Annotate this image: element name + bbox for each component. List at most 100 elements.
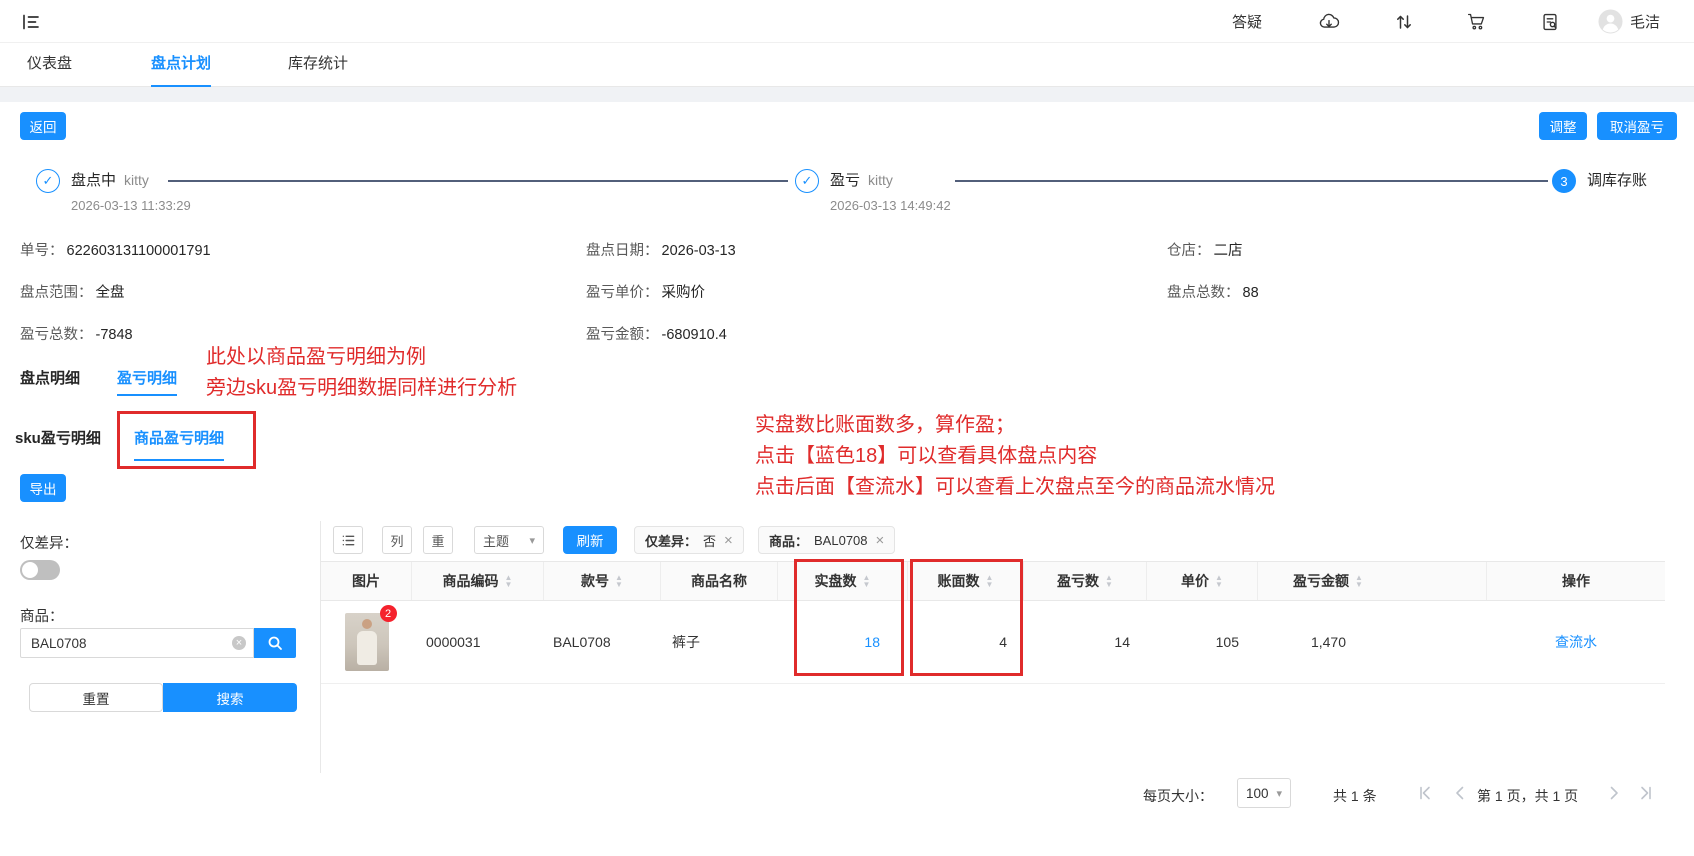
col-header-style[interactable]: 款号 ▲ ▼ <box>544 562 661 600</box>
step-check-icon: ✓ <box>795 169 819 193</box>
filter-chip-product[interactable]: 商品： BAL0708 × <box>758 526 896 554</box>
tab-inventory-plan[interactable]: 盘点计划 <box>151 43 212 87</box>
info-count-scope: 盘点范围： 全盘 <box>20 285 125 301</box>
step-counting: ✓ 盘点中 kitty 2026-03-13 11:33:29 <box>36 169 191 213</box>
product-search-button[interactable] <box>254 628 296 658</box>
tab-sku-pl-detail[interactable]: sku盈亏明细 <box>15 427 101 461</box>
page-info: 第 1 页，共 1 页 <box>1477 788 1579 804</box>
diff-only-toggle[interactable] <box>20 560 60 580</box>
table-row: 2 0000031 BAL0708 裤子 18 4 14 105 1,470 查… <box>321 601 1665 684</box>
product-image-cell: 2 <box>321 601 412 683</box>
code-cell: 0000031 <box>426 634 481 650</box>
avatar[interactable] <box>1598 0 1623 43</box>
step-operator: kitty <box>868 172 893 188</box>
cart-icon[interactable] <box>1466 0 1487 43</box>
page-size-label: 每页大小： <box>1143 788 1213 804</box>
col-header-pl-qty[interactable]: 盈亏数 ▲ ▼ <box>1024 562 1147 600</box>
chevron-right-icon <box>1610 786 1618 800</box>
back-button[interactable]: 返回 <box>20 112 66 140</box>
qa-menu-item[interactable]: 答疑 <box>1232 0 1262 43</box>
display-mode-button[interactable] <box>333 526 363 554</box>
last-page-button[interactable] <box>1636 783 1656 803</box>
collapse-menu-icon[interactable] <box>20 0 42 43</box>
sort-icon: ▲ ▼ <box>615 573 623 589</box>
first-page-icon <box>1420 786 1430 800</box>
step-time: 2026-03-13 14:49:42 <box>830 198 951 213</box>
sort-icon: ▲ ▼ <box>1215 573 1223 589</box>
order-search-icon[interactable] <box>1540 0 1560 43</box>
figure-head <box>361 619 372 629</box>
col-header-code[interactable]: 商品编码 ▲ ▼ <box>412 562 544 600</box>
chevron-left-icon <box>1456 786 1464 800</box>
col-header-unit-price[interactable]: 单价 ▲ ▼ <box>1147 562 1258 600</box>
actual-qty-link[interactable]: 18 <box>778 601 908 683</box>
book-qty-cell: 4 <box>999 634 1007 650</box>
sort-icon: ▲ ▼ <box>1105 573 1113 589</box>
tab-stock-stats[interactable]: 库存统计 <box>288 43 348 87</box>
product-label: 商品： <box>20 609 64 625</box>
diff-only-label: 仅差异： <box>20 536 78 552</box>
next-page-button[interactable] <box>1604 783 1624 803</box>
style-cell: BAL0708 <box>553 634 611 650</box>
prev-page-button[interactable] <box>1450 783 1470 803</box>
step-title: 调库存账 <box>1587 172 1648 189</box>
search-icon <box>268 636 282 650</box>
col-header-pl-amount[interactable]: 盈亏金额 ▲ ▼ <box>1258 562 1487 600</box>
unit-price-cell: 105 <box>1215 634 1239 650</box>
step-time: 2026-03-13 11:33:29 <box>71 198 191 213</box>
tab-product-pl-detail[interactable]: 商品盈亏明细 <box>134 427 225 461</box>
page-size-select[interactable]: 100 ▾ <box>1237 778 1291 808</box>
col-header-actual-qty[interactable]: 实盘数 ▲ ▼ <box>778 562 908 600</box>
toggle-knob <box>22 562 38 578</box>
columns-button[interactable]: 列 <box>382 526 412 554</box>
cloud-sync-icon[interactable] <box>1318 0 1340 43</box>
tab-dashboard[interactable]: 仪表盘 <box>27 43 72 87</box>
product-input[interactable] <box>20 628 254 658</box>
close-icon[interactable]: × <box>724 532 733 549</box>
count-badge: 2 <box>379 605 397 622</box>
adjust-button[interactable]: 调整 <box>1539 112 1587 140</box>
sort-icon: ▲ ▼ <box>985 573 994 589</box>
col-header-action: 操作 <box>1562 573 1590 589</box>
theme-dropdown[interactable]: 主题 ▾ <box>474 526 544 554</box>
name-cell: 裤子 <box>672 634 700 650</box>
info-pl-price-type: 盈亏单价： 采购价 <box>586 285 705 301</box>
topbar: 答疑 毛洁 <box>0 0 1694 43</box>
refresh-button[interactable]: 刷新 <box>563 526 617 554</box>
reset-button[interactable]: 重置 <box>29 683 163 712</box>
product-image[interactable]: 2 <box>344 605 397 671</box>
pl-detail-table: 图片 商品编码 ▲ ▼ 款号 ▲ ▼ 商品名称 实盘数 ▲ ▼ 账面数 ▲ ▼ 盈亏数 ▲ ▼ 单价… <box>321 561 1665 684</box>
table-header: 图片 商品编码 ▲ ▼ 款号 ▲ ▼ 商品名称 实盘数 ▲ ▼ 账面数 ▲ ▼ 盈亏数 ▲ ▼ 单价… <box>321 561 1665 601</box>
clear-input-icon[interactable]: × <box>232 636 246 650</box>
step-operator: kitty <box>124 172 149 188</box>
last-page-icon <box>1641 786 1651 800</box>
pl-qty-cell: 14 <box>1114 634 1130 650</box>
first-page-button[interactable] <box>1415 783 1435 803</box>
info-count-total: 盘点总数： 88 <box>1167 285 1259 301</box>
close-icon[interactable]: × <box>876 532 885 549</box>
reset-layout-button[interactable]: 重 <box>423 526 453 554</box>
tab-pl-detail[interactable]: 盈亏明细 <box>117 367 178 396</box>
step-adjust-stock: 3 调库存账 <box>1552 169 1647 193</box>
plan-detail-panel: 返回 调整 取消盈亏 ✓ 盘点中 kitty 2026-03-13 11:33:2… <box>0 102 1694 856</box>
step-connector <box>955 180 1548 182</box>
username: 毛洁 <box>1630 14 1661 31</box>
cancel-pl-button[interactable]: 取消盈亏 <box>1597 112 1677 140</box>
tab-count-detail[interactable]: 盘点明细 <box>20 367 80 396</box>
step-check-icon: ✓ <box>36 169 60 193</box>
chevron-down-icon: ▾ <box>1276 787 1282 800</box>
figure-body <box>356 631 377 665</box>
sort-icon[interactable] <box>1394 0 1414 43</box>
col-header-name: 商品名称 <box>661 562 778 600</box>
search-button[interactable]: 搜索 <box>163 683 297 712</box>
export-button[interactable]: 导出 <box>20 474 66 502</box>
annotation-note-1: 此处以商品盈亏明细为例 旁边sku盈亏明细数据同样进行分析 <box>206 346 518 399</box>
chevron-down-icon: ▾ <box>529 534 535 547</box>
filter-chip-diff[interactable]: 仅差异：否 × <box>634 526 744 554</box>
view-flow-link[interactable]: 查流水 <box>1487 601 1665 683</box>
annotation-note-2: 实盘数比账面数多，算作盈； 点击【蓝色18】可以查看具体盘点内容 点击后面【查流… <box>755 414 1275 498</box>
info-store: 仓店： 二店 <box>1167 243 1243 259</box>
col-header-book-qty[interactable]: 账面数 ▲ ▼ <box>908 562 1024 600</box>
info-pl-amount: 盈亏金额： -680910.4 <box>586 327 727 343</box>
step-title: 盈亏 <box>830 172 861 189</box>
